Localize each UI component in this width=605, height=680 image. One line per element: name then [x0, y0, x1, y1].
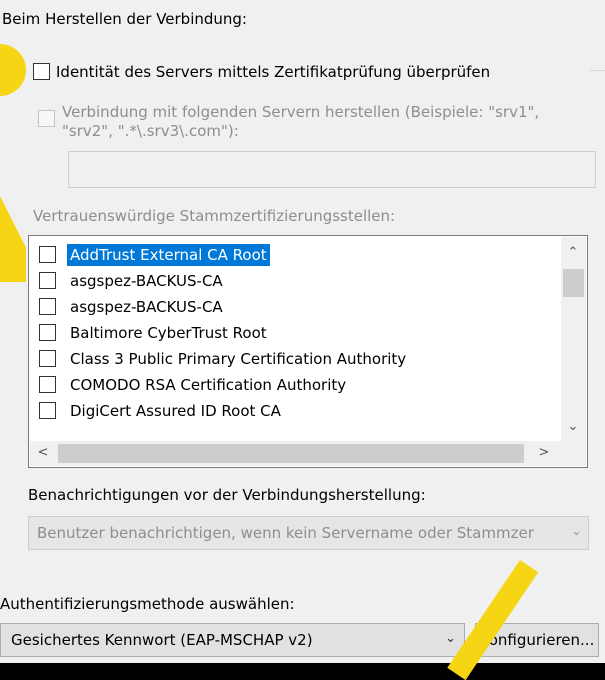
verify-identity-checkbox[interactable]: [33, 63, 50, 80]
horizontal-scrollbar[interactable]: < >: [30, 441, 561, 466]
ca-checkbox[interactable]: [39, 350, 56, 367]
connect-servers-label: Verbindung mit folgenden Servern herstel…: [62, 103, 540, 121]
scroll-up-icon[interactable]: ⌃: [563, 243, 583, 263]
auth-method-label: Authentifizierungsmethode auswählen:: [0, 595, 295, 613]
ca-name: AddTrust External CA Root: [67, 244, 270, 266]
ca-name: asgspez-BACKUS-CA: [70, 272, 223, 290]
list-item[interactable]: Class 3 Public Primary Certification Aut…: [29, 346, 559, 372]
trusted-ca-label: Vertrauenswürdige Stammzertifizierungsst…: [33, 207, 396, 225]
list-item[interactable]: COMODO RSA Certification Authority: [29, 372, 559, 398]
verify-identity-label[interactable]: Identität des Servers mittels Zertifikat…: [56, 62, 490, 82]
ca-name: asgspez-BACKUS-CA: [70, 298, 223, 316]
vertical-scrollbar-thumb[interactable]: [563, 269, 584, 297]
ca-name: Class 3 Public Primary Certification Aut…: [70, 350, 407, 368]
auth-method-dropdown[interactable]: Gesichertes Kennwort (EAP-MSCHAP v2) ⌄: [0, 623, 465, 657]
ca-name: COMODO RSA Certification Authority: [70, 376, 347, 394]
ca-checkbox[interactable]: [39, 298, 56, 315]
list-item[interactable]: DigiCert Assured ID Root CA: [29, 398, 559, 424]
ca-checkbox[interactable]: [39, 376, 56, 393]
list-item[interactable]: asgspez-BACKUS-CA: [29, 294, 559, 320]
ca-checkbox[interactable]: [39, 324, 56, 341]
ca-name: Baltimore CyberTrust Root: [70, 324, 267, 342]
chevron-down-icon: ⌄: [571, 524, 582, 539]
list-item[interactable]: AddTrust External CA Root: [29, 242, 559, 268]
notifications-dropdown[interactable]: Benutzer benachrichtigen, wenn kein Serv…: [28, 516, 589, 550]
vertical-scrollbar[interactable]: ⌃ ⌄: [561, 237, 586, 442]
server-names-input[interactable]: [68, 151, 596, 188]
ca-checkbox[interactable]: [39, 272, 56, 289]
horizontal-scrollbar-thumb[interactable]: [58, 444, 524, 463]
trusted-ca-list[interactable]: AddTrust External CA Root asgspez-BACKUS-…: [28, 235, 588, 468]
notifications-label: Benachrichtigungen vor der Verbindungshe…: [28, 486, 426, 504]
list-item[interactable]: asgspez-BACKUS-CA: [29, 268, 559, 294]
scrollbar-corner: [561, 441, 586, 466]
connect-section-label: Beim Herstellen der Verbindung:: [2, 10, 247, 28]
connect-servers-label-continued: "srv2", ".*\.srv3\.com"):: [62, 122, 239, 140]
scroll-left-icon[interactable]: <: [33, 443, 53, 463]
scroll-down-icon[interactable]: ⌄: [563, 417, 583, 437]
chevron-down-icon: ⌄: [445, 631, 456, 646]
ca-checkbox[interactable]: [39, 246, 56, 263]
notifications-dropdown-value: Benutzer benachrichtigen, wenn kein Serv…: [37, 524, 534, 542]
scroll-right-icon[interactable]: >: [534, 443, 554, 463]
list-item[interactable]: Baltimore CyberTrust Root: [29, 320, 559, 346]
connect-servers-checkbox[interactable]: [38, 110, 55, 127]
ca-checkbox[interactable]: [39, 402, 56, 419]
ca-name: DigiCert Assured ID Root CA: [70, 402, 281, 420]
eap-properties-dialog: Beim Herstellen der Verbindung: Identitä…: [0, 0, 605, 663]
auth-method-dropdown-value: Gesichertes Kennwort (EAP-MSCHAP v2): [11, 631, 313, 649]
group-divider: [590, 70, 605, 71]
